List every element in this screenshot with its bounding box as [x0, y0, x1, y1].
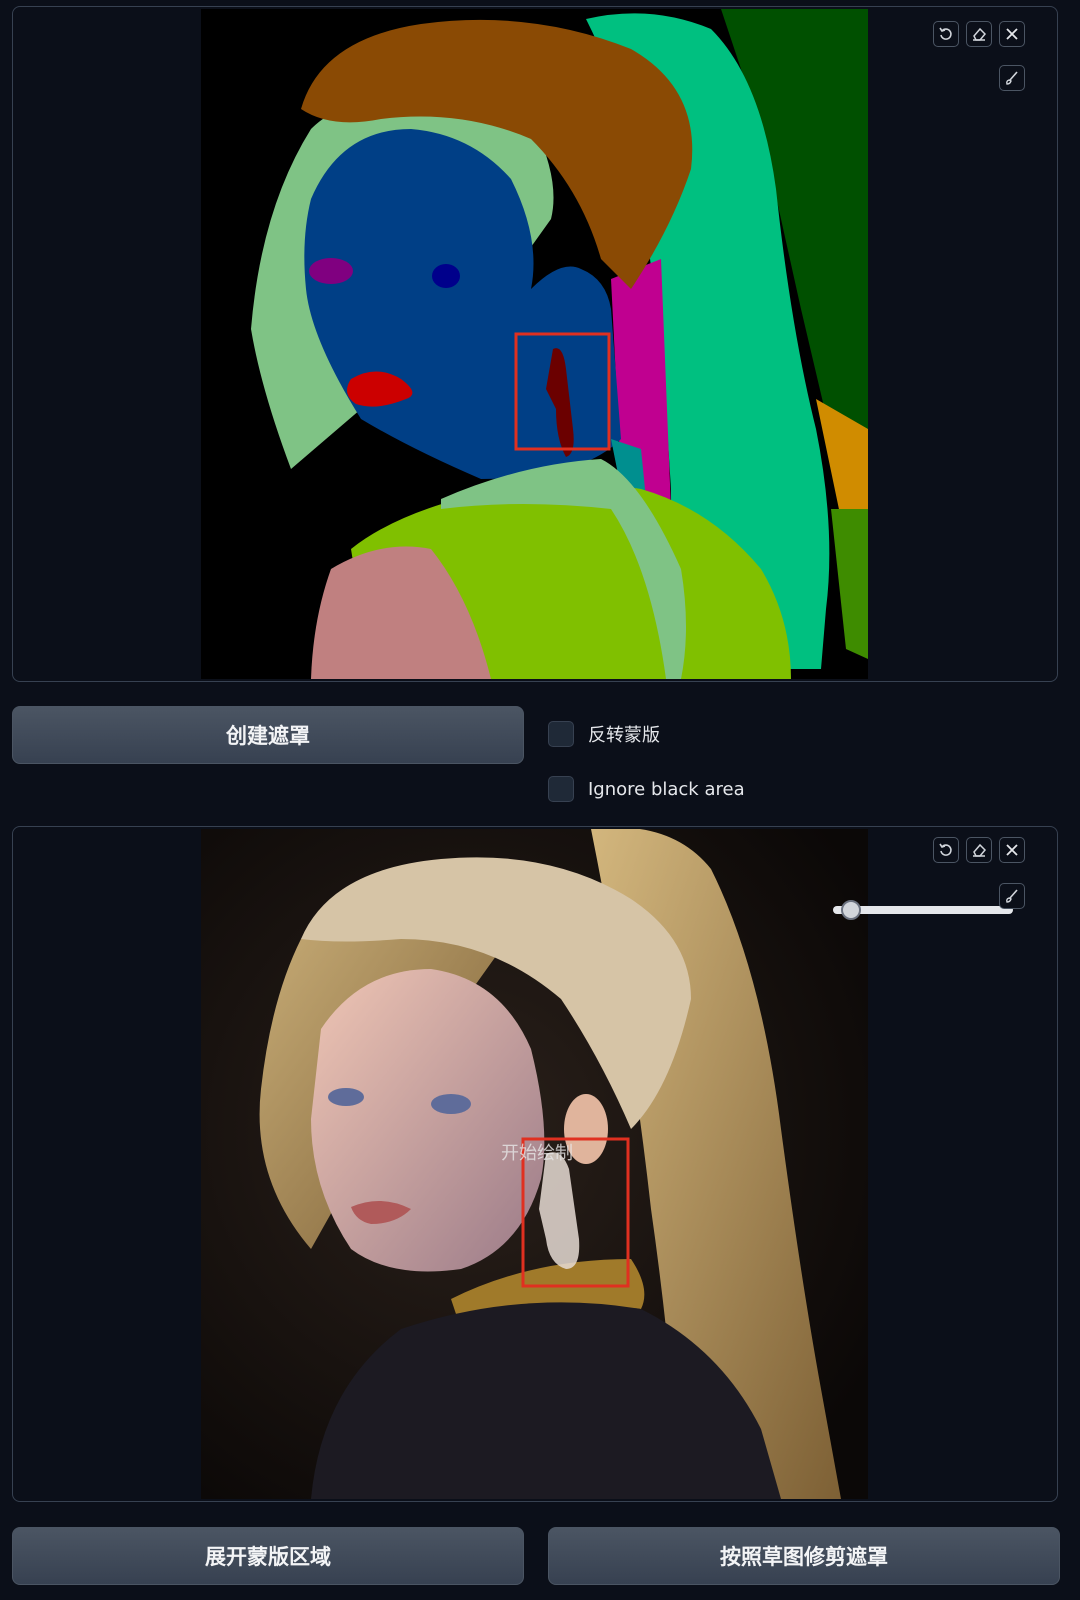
slider-thumb[interactable] [841, 900, 861, 920]
eraser-icon [973, 27, 987, 41]
brush-size-slider[interactable] [833, 900, 1013, 920]
photo-image[interactable]: 开始绘制 [201, 829, 868, 1499]
expand-mask-button[interactable]: 展开蒙版区域 [12, 1527, 524, 1585]
undo-button[interactable] [933, 21, 959, 47]
brush-icon [1006, 889, 1018, 903]
invert-mask-label: 反转蒙版 [588, 725, 660, 746]
ignore-black-label: Ignore black area [588, 778, 745, 800]
undo-button[interactable] [933, 837, 959, 863]
brush-button[interactable] [999, 65, 1025, 91]
eraser-button[interactable] [966, 837, 992, 863]
eraser-icon [973, 843, 987, 857]
undo-icon [939, 27, 952, 40]
ignore-black-option[interactable]: Ignore black area [548, 775, 745, 803]
brush-icon [1006, 71, 1018, 85]
segmentation-image[interactable] [201, 9, 868, 679]
invert-mask-option[interactable]: 反转蒙版 [548, 720, 660, 748]
sketch-canvas-panel: 开始绘制 [12, 826, 1058, 1502]
undo-icon [939, 843, 952, 856]
segmentation-canvas-panel [12, 6, 1058, 682]
trim-mask-button[interactable]: 按照草图修剪遮罩 [548, 1527, 1060, 1585]
close-icon [1006, 28, 1018, 40]
close-icon [1006, 844, 1018, 856]
ignore-black-checkbox[interactable] [548, 776, 574, 802]
brush-button[interactable] [999, 883, 1025, 909]
close-button[interactable] [999, 21, 1025, 47]
eraser-button[interactable] [966, 21, 992, 47]
invert-mask-checkbox[interactable] [548, 721, 574, 747]
create-mask-button[interactable]: 创建遮罩 [12, 706, 524, 764]
close-button[interactable] [999, 837, 1025, 863]
draw-hint-text: 开始绘制 [501, 1143, 573, 1164]
